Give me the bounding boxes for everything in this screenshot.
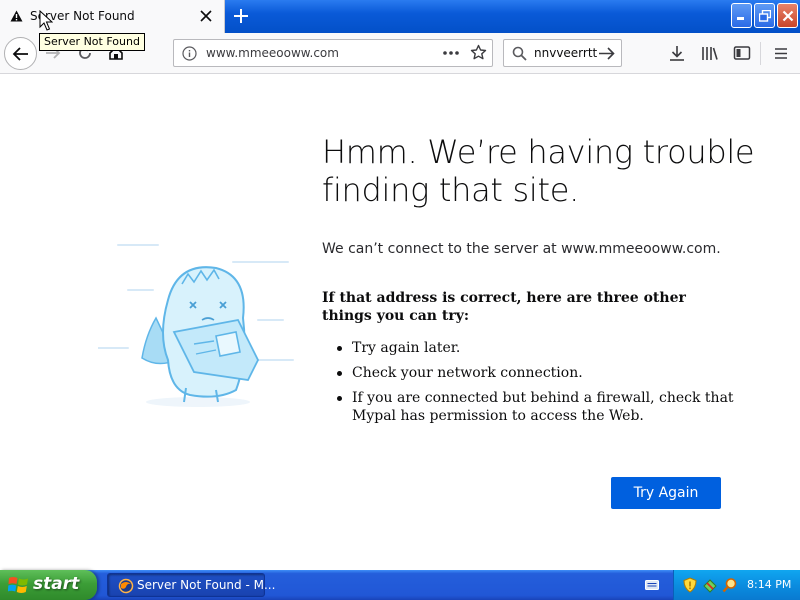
- restore-icon: [758, 9, 771, 22]
- suggestion-item: Check your network connection.: [336, 364, 736, 382]
- search-input[interactable]: nnvveerrtt: [534, 46, 597, 60]
- library-icon[interactable]: [701, 45, 719, 62]
- address-bar[interactable]: www.mmeeooww.com: [173, 39, 493, 67]
- warning-icon: [10, 10, 23, 22]
- minimize-icon: [737, 17, 744, 20]
- error-description: We can’t connect to the server at www.mm…: [322, 241, 721, 257]
- taskbar-item-label: Server Not Found - M...: [137, 578, 276, 592]
- try-again-button[interactable]: Try Again: [611, 477, 721, 509]
- suggestion-item: If you are connected but behind a firewa…: [336, 389, 736, 425]
- suggestion-item: Try again later.: [336, 339, 736, 357]
- browser-app-icon: [118, 578, 134, 594]
- clock: 8:14 PM: [747, 578, 792, 591]
- start-button[interactable]: start: [0, 570, 97, 600]
- back-arrow-icon: [12, 46, 28, 61]
- error-page: Hmm. We’re having trouble finding that s…: [0, 75, 800, 570]
- hamburger-menu-icon[interactable]: [772, 45, 790, 62]
- info-icon[interactable]: [182, 46, 197, 61]
- toolbar-divider: [760, 42, 761, 65]
- network-icon[interactable]: [702, 577, 718, 593]
- keyboard-language-icon[interactable]: [645, 579, 659, 591]
- tab-tooltip: Server Not Found: [39, 33, 145, 51]
- windows-logo-icon: [8, 577, 28, 593]
- error-title: Hmm. We’re having trouble finding that s…: [322, 133, 755, 209]
- url-text[interactable]: www.mmeeooww.com: [206, 46, 339, 60]
- mouse-cursor-icon: [39, 10, 53, 31]
- search-icon[interactable]: [722, 577, 738, 593]
- back-button[interactable]: [4, 37, 37, 70]
- start-label: start: [33, 574, 80, 594]
- minimize-button[interactable]: [731, 3, 752, 28]
- bookmark-star-icon[interactable]: [470, 44, 487, 61]
- search-bar[interactable]: nnvveerrtt: [503, 39, 622, 67]
- close-tab-icon[interactable]: [200, 10, 212, 22]
- download-icon[interactable]: [668, 45, 686, 62]
- close-window-button[interactable]: [777, 3, 798, 28]
- page-actions-icon[interactable]: [442, 45, 460, 61]
- system-tray: 8:14 PM: [673, 570, 800, 600]
- taskbar: start Server Not Found - M... 8:14 PM: [0, 570, 800, 600]
- search-icon: [512, 46, 527, 61]
- new-tab-plus-icon[interactable]: [232, 7, 250, 25]
- suggestions-list: Try again later. Check your network conn…: [336, 339, 736, 432]
- search-go-arrow-icon[interactable]: [598, 45, 616, 62]
- maximize-button[interactable]: [754, 3, 775, 28]
- tab-server-not-found[interactable]: Server Not Found: [0, 0, 225, 33]
- sad-dinosaur-illustration: [98, 244, 294, 407]
- taskbar-item-browser[interactable]: Server Not Found - M...: [107, 573, 275, 597]
- title-bar: Server Not Found: [0, 0, 800, 33]
- close-icon: [782, 10, 793, 21]
- sidebar-icon[interactable]: [733, 45, 751, 62]
- security-shield-icon[interactable]: [682, 577, 698, 593]
- suggestions-heading: If that address is correct, here are thr…: [322, 290, 686, 324]
